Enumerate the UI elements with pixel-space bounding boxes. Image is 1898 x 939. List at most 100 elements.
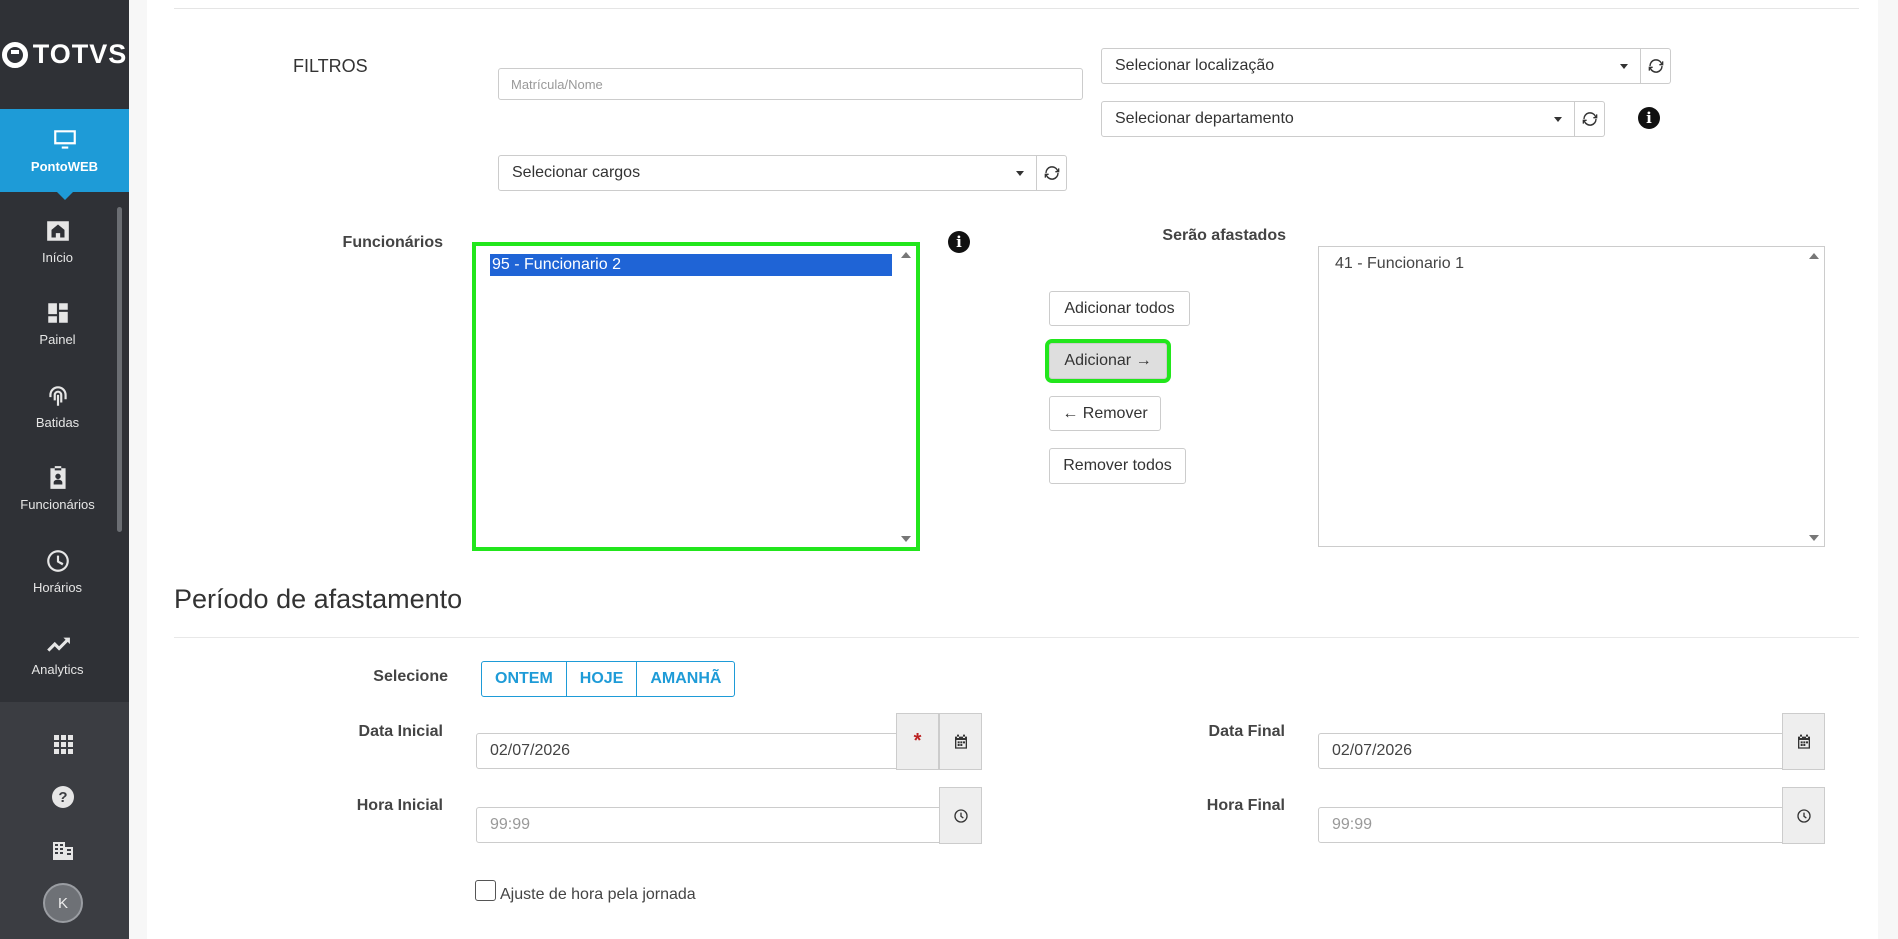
- required-addon: *: [896, 713, 939, 770]
- home-icon: [46, 220, 69, 241]
- start-date-calendar-button[interactable]: [939, 713, 982, 770]
- start-date-field[interactable]: 02/07/2026: [476, 733, 897, 769]
- listbox-scrollbar[interactable]: [1807, 247, 1824, 546]
- location-select[interactable]: Selecionar localização: [1101, 48, 1641, 84]
- clock-icon: [953, 808, 968, 823]
- adjust-hour-label[interactable]: Ajuste de hora pela jornada: [500, 886, 696, 904]
- select-label: Selecione: [373, 668, 448, 685]
- scroll-down-icon[interactable]: [901, 536, 911, 542]
- refresh-icon: [1582, 112, 1597, 126]
- calendar-icon: [1797, 734, 1810, 749]
- avatar-initial: K: [57, 894, 68, 912]
- search-placeholder: Matrícula/Nome: [511, 76, 603, 92]
- search-input[interactable]: Matrícula/Nome: [498, 68, 1083, 100]
- removed-listbox[interactable]: 41 - Funcionario 1: [1318, 246, 1825, 547]
- sidebar-item-inicio[interactable]: Início: [0, 206, 115, 276]
- scroll-down-icon[interactable]: [1809, 535, 1819, 541]
- chevron-down-icon: [1016, 171, 1024, 176]
- filters-title: FILTROS: [293, 56, 368, 76]
- sidebar-item-label: Horários: [32, 579, 83, 595]
- department-select[interactable]: Selecionar departamento: [1101, 101, 1575, 137]
- positions-select-value: Selecionar cargos: [512, 164, 641, 181]
- sidebar-item-batidas[interactable]: Batidas: [0, 371, 115, 441]
- chevron-down-icon: [1554, 117, 1562, 122]
- end-date-calendar-button[interactable]: [1782, 713, 1825, 770]
- clock-icon: [46, 549, 69, 572]
- refresh-icon: [1044, 166, 1059, 180]
- today-button[interactable]: HOJE: [567, 662, 638, 696]
- end-time-field[interactable]: 99:99: [1318, 807, 1783, 843]
- employees-listbox[interactable]: 95 - Funcionario 2: [472, 242, 920, 551]
- monitor-icon: [53, 130, 76, 149]
- trend-icon: [46, 637, 70, 652]
- sidebar-item-label: Funcionários: [20, 496, 95, 512]
- sidebar-scrollbar[interactable]: [117, 207, 122, 532]
- avatar[interactable]: K: [43, 883, 83, 923]
- sidebar-item-label: PontoWEB: [30, 159, 99, 174]
- sidebar: TOTVS PontoWEB Início Painel Batidas Fun…: [0, 0, 129, 939]
- add-button[interactable]: Adicionar →: [1045, 339, 1171, 383]
- sidebar-item-analytics[interactable]: Analytics: [0, 618, 115, 688]
- dashboard-icon: [47, 302, 68, 323]
- sidebar-item-label: Batidas: [35, 414, 80, 430]
- info-icon[interactable]: i: [1638, 107, 1660, 129]
- start-date-label: Data Inicial: [358, 723, 443, 740]
- remove-all-button[interactable]: Remover todos: [1049, 448, 1186, 484]
- totvs-logo-text: TOTVS: [32, 39, 128, 69]
- sidebar-item-horarios[interactable]: Horários: [0, 536, 115, 606]
- positions-select[interactable]: Selecionar cargos: [498, 155, 1037, 191]
- top-divider: [174, 8, 1859, 9]
- list-item[interactable]: 95 - Funcionario 2: [490, 254, 892, 276]
- calendar-icon: [954, 734, 967, 749]
- end-date-field[interactable]: 02/07/2026: [1318, 733, 1783, 769]
- required-asterisk: *: [913, 730, 922, 752]
- start-date-value: 02/07/2026: [490, 742, 571, 759]
- start-time-clock-button[interactable]: [939, 787, 982, 844]
- department-select-value: Selecionar departamento: [1115, 110, 1294, 127]
- add-all-button[interactable]: Adicionar todos: [1049, 291, 1190, 326]
- refresh-icon: [1648, 59, 1663, 73]
- clock-icon: [1796, 808, 1811, 823]
- scroll-up-icon[interactable]: [901, 252, 911, 258]
- sidebar-item-label: Analytics: [31, 661, 84, 677]
- info-icon[interactable]: i: [948, 231, 970, 253]
- location-select-value: Selecionar localização: [1115, 57, 1275, 74]
- totvs-logo[interactable]: TOTVS: [0, 0, 129, 109]
- start-time-label: Hora Inicial: [356, 797, 443, 814]
- building-icon[interactable]: [48, 835, 78, 865]
- adjust-hour-checkbox[interactable]: [475, 880, 496, 901]
- location-refresh-button[interactable]: [1641, 48, 1671, 84]
- sidebar-item-pontoweb[interactable]: PontoWEB: [0, 109, 129, 200]
- end-time-placeholder: 99:99: [1332, 816, 1373, 833]
- list-item[interactable]: 41 - Funcionario 1: [1335, 255, 1464, 273]
- sidebar-item-label: Painel: [39, 331, 76, 347]
- sidebar-item-funcionarios[interactable]: Funcionários: [0, 453, 115, 523]
- remove-button[interactable]: ← Remover: [1049, 396, 1161, 431]
- start-time-field[interactable]: 99:99: [476, 807, 940, 843]
- fingerprint-icon: [48, 385, 67, 406]
- removed-label: Serão afastados: [1162, 227, 1286, 244]
- period-section-title: Período de afastamento: [174, 584, 463, 614]
- end-time-clock-button[interactable]: [1782, 787, 1825, 844]
- scroll-up-icon[interactable]: [1809, 253, 1819, 259]
- badge-icon: [49, 465, 66, 489]
- svg-text:?: ?: [58, 789, 67, 806]
- help-icon[interactable]: ?: [48, 782, 78, 812]
- section-divider: [174, 637, 1859, 638]
- sidebar-item-label: Início: [41, 249, 74, 265]
- totvs-logo-mark: [1, 41, 28, 68]
- yesterday-button[interactable]: ONTEM: [482, 662, 567, 696]
- apps-grid-icon[interactable]: [48, 729, 78, 759]
- positions-refresh-button[interactable]: [1037, 155, 1067, 191]
- tomorrow-button[interactable]: AMANHÃ: [637, 662, 734, 696]
- end-date-label: Data Final: [1208, 723, 1285, 740]
- employees-label: Funcionários: [342, 234, 443, 251]
- listbox-scrollbar[interactable]: [899, 246, 916, 547]
- quick-date-group: ONTEM HOJE AMANHÃ: [481, 661, 736, 697]
- sidebar-item-painel[interactable]: Painel: [0, 288, 115, 358]
- end-date-value: 02/07/2026: [1332, 742, 1413, 759]
- end-time-label: Hora Final: [1206, 797, 1285, 814]
- chevron-down-icon: [1620, 64, 1628, 69]
- department-refresh-button[interactable]: [1575, 101, 1605, 137]
- start-time-placeholder: 99:99: [490, 816, 531, 833]
